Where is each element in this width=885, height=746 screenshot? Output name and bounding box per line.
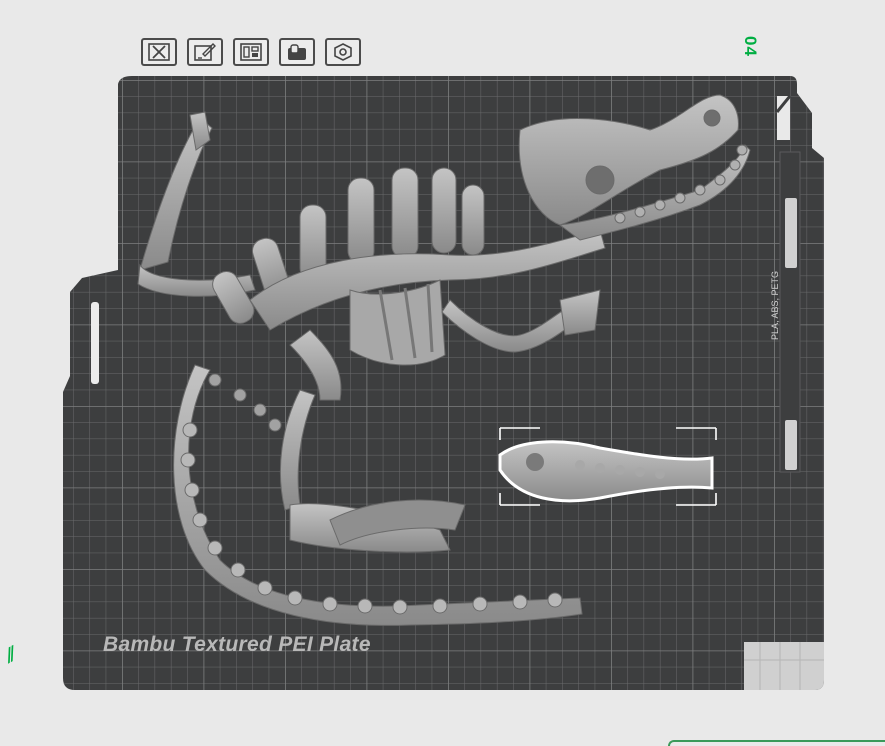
plate-corner-patch: [744, 642, 824, 690]
bottom-panel-edge: [668, 740, 885, 746]
plate-type-label: Bambu Textured PEI Plate: [103, 633, 371, 656]
plate-side-label: PLA, ABS, PETG: [770, 270, 780, 340]
plate-handle-left: [91, 302, 99, 384]
